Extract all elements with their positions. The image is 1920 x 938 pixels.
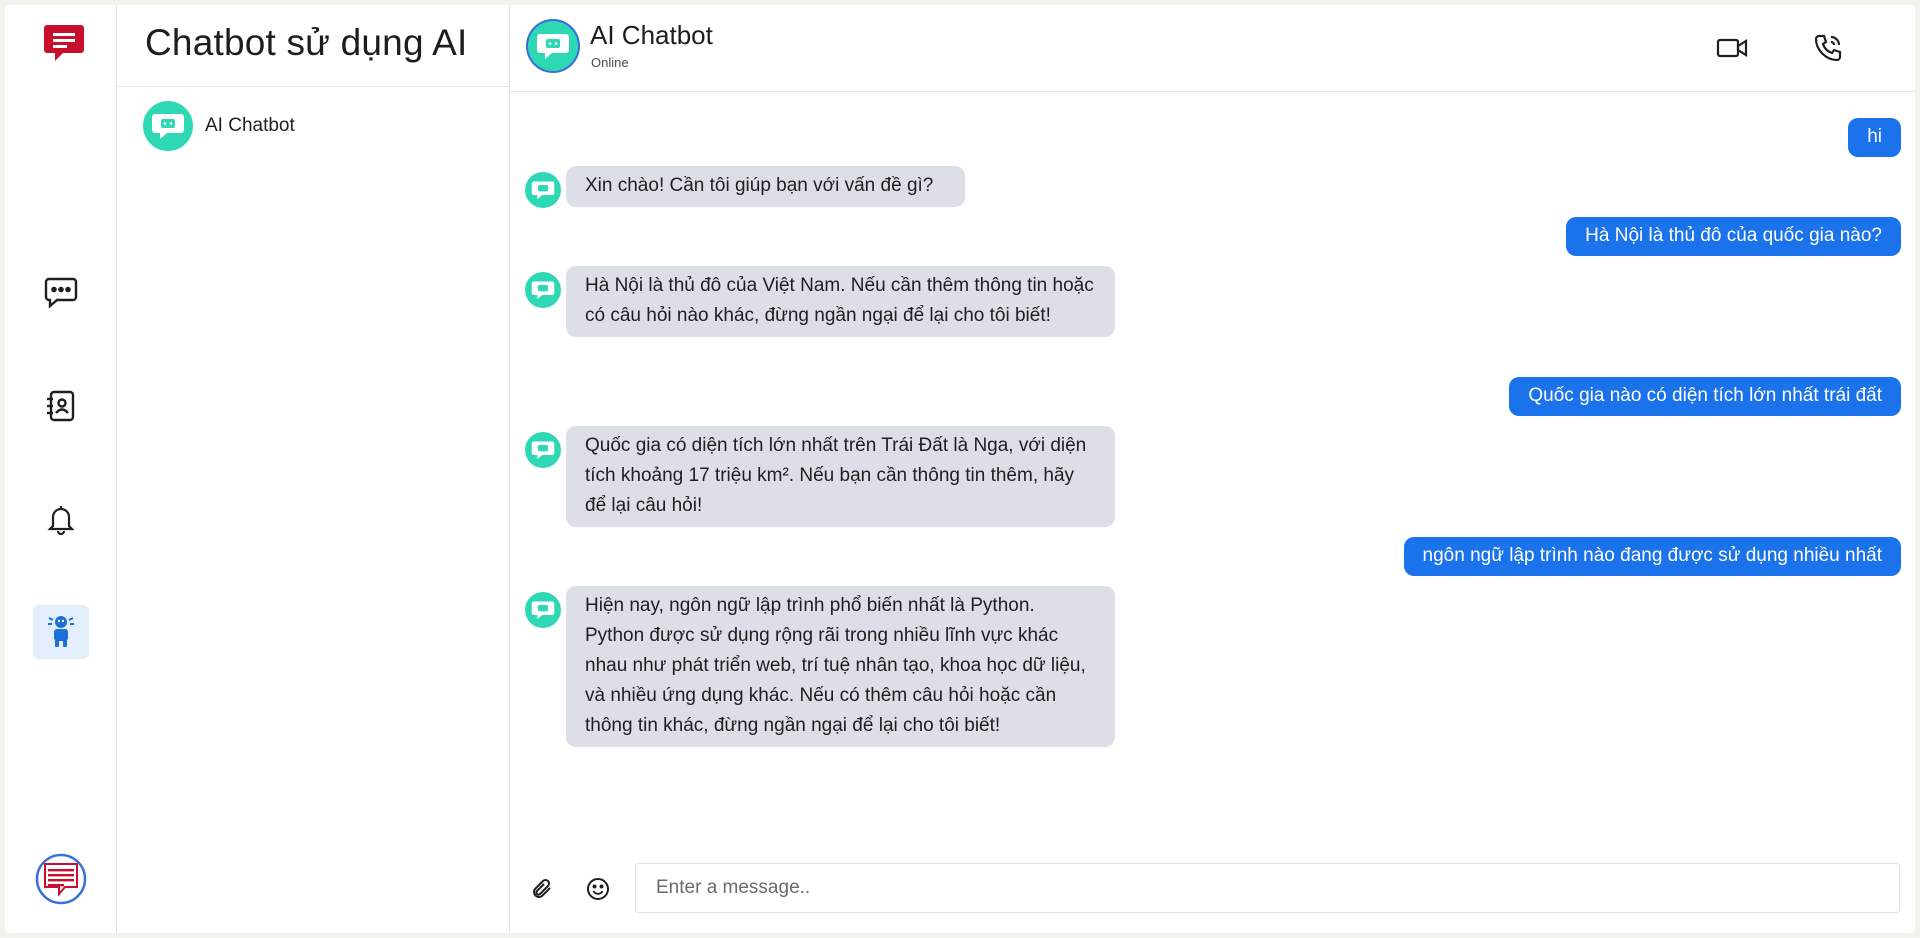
- bot-avatar-icon: [525, 432, 561, 468]
- user-message-bubble: hi: [1848, 118, 1901, 157]
- chat-contact-status: Online: [591, 55, 629, 70]
- chat-logo-icon[interactable]: [41, 22, 87, 64]
- chat-header: AI Chatbot Online: [510, 5, 1915, 92]
- message-input[interactable]: [635, 863, 1900, 913]
- bot-avatar-icon: [528, 21, 578, 71]
- bot-message-bubble: Hà Nội là thủ đô của Việt Nam. Nếu cần t…: [566, 266, 1115, 337]
- conversation-item-name: AI Chatbot: [205, 115, 295, 136]
- nav-notifications[interactable]: [33, 494, 89, 548]
- user-avatar-icon[interactable]: [35, 853, 87, 905]
- video-call-icon: [1716, 37, 1748, 64]
- paperclip-icon: [530, 877, 554, 906]
- nav-chatbot[interactable]: [33, 605, 89, 659]
- conversation-list: Chatbot sử dụng AI AI Chatbot: [117, 5, 510, 933]
- bell-icon: [45, 502, 77, 541]
- bot-avatar-icon: [525, 272, 561, 308]
- contacts-book-icon: [44, 389, 78, 428]
- phone-call-button[interactable]: [1810, 33, 1846, 67]
- video-call-button[interactable]: [1714, 33, 1750, 67]
- user-message-bubble: Quốc gia nào có diện tích lớn nhất trái …: [1509, 377, 1901, 416]
- bot-avatar-icon: [143, 101, 193, 151]
- bot-avatar-icon: [525, 172, 561, 208]
- chat-contact-name: AI Chatbot: [590, 20, 713, 50]
- chat-panel: AI Chatbot Online hi Xin chào! Cần tôi g…: [510, 5, 1915, 933]
- user-message-bubble: ngôn ngữ lập trình nào đang được sử dụng…: [1403, 537, 1901, 576]
- chat-bubble-icon: [43, 276, 79, 315]
- nav-chats[interactable]: [33, 268, 89, 322]
- message-composer: [510, 863, 1915, 933]
- nav-contacts[interactable]: [33, 381, 89, 435]
- emoji-button[interactable]: [580, 873, 616, 909]
- emoji-icon: [586, 877, 610, 906]
- attach-button[interactable]: [524, 873, 560, 909]
- bot-message-bubble: Xin chào! Cần tôi giúp bạn với vấn đề gì…: [566, 166, 965, 207]
- left-rail: [5, 5, 117, 933]
- bot-message-bubble: Hiện nay, ngôn ngữ lập trình phổ biến nh…: [566, 586, 1115, 747]
- bot-message-bubble: Quốc gia có diện tích lớn nhất trên Trái…: [566, 426, 1115, 527]
- robot-icon: [44, 612, 78, 653]
- message-list: hi Xin chào! Cần tôi giúp bạn với vấn đề…: [510, 93, 1915, 833]
- conversation-item-ai-chatbot[interactable]: AI Chatbot: [117, 95, 509, 157]
- conversation-list-title: Chatbot sử dụng AI: [117, 5, 509, 87]
- bot-avatar-icon: [525, 592, 561, 628]
- user-message-bubble: Hà Nội là thủ đô của quốc gia nào?: [1566, 217, 1901, 256]
- app-window: Chatbot sử dụng AI AI Chatbot AI Chatbot…: [5, 5, 1915, 933]
- phone-call-icon: [1813, 33, 1843, 68]
